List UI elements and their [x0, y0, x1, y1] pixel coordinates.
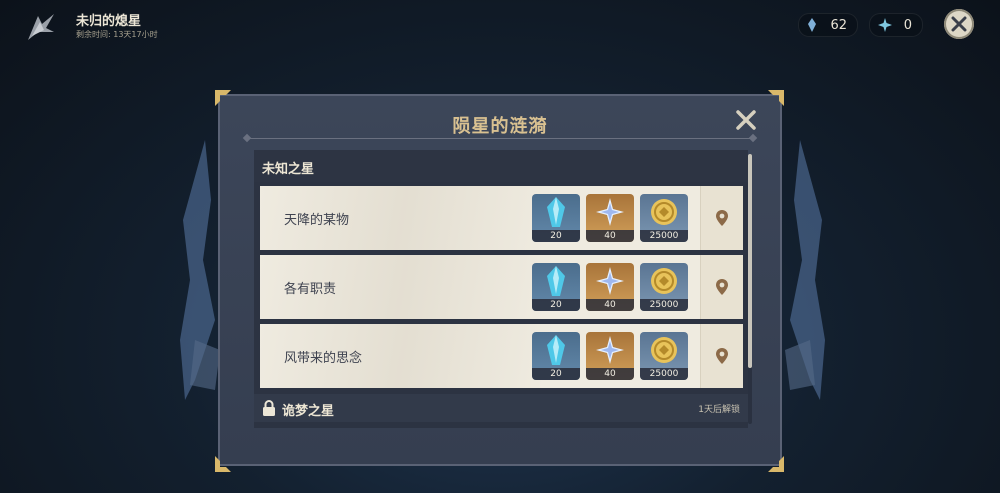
reward-item[interactable]: 40: [586, 332, 634, 380]
scrollbar-thumb[interactable]: [748, 154, 752, 368]
primogem-icon: [596, 198, 624, 226]
lock-icon: [263, 400, 275, 416]
feather-token-icon: [808, 18, 816, 32]
close-icon: [951, 16, 967, 32]
event-title: 未归的熄星: [76, 14, 142, 29]
reward-item[interactable]: 20: [532, 332, 580, 380]
quest-name: 风带来的思念: [284, 351, 363, 366]
event-time-remaining: 剩余时间: 13天17小时: [76, 30, 158, 39]
currency-star-shard: 0: [869, 13, 923, 37]
quest-list[interactable]: 未知之星 天降的某物 20 40 25000 各有职责 20 40 25000 …: [254, 150, 748, 428]
quest-row[interactable]: 风带来的思念 20 40 25000: [260, 324, 743, 388]
mora-coin-icon: [651, 199, 677, 225]
corner-ornament-icon: [215, 456, 231, 472]
reward-count: 25000: [640, 299, 688, 311]
navigate-button[interactable]: [700, 186, 743, 250]
currency-value: 0: [903, 17, 912, 33]
reward-item[interactable]: 40: [586, 194, 634, 242]
mora-coin-icon: [651, 337, 677, 363]
section-header: 未知之星: [254, 150, 748, 182]
quest-row[interactable]: 各有职责 20 40 25000: [260, 255, 743, 319]
section-title: 诡梦之星: [282, 404, 335, 419]
location-pin-icon: [716, 279, 728, 295]
section-title: 未知之星: [262, 162, 315, 177]
corner-ornament-icon: [215, 90, 231, 106]
star-shard-icon: [878, 18, 892, 32]
crystal-icon: [547, 197, 565, 227]
title-divider: [244, 138, 756, 139]
close-event-button[interactable]: [944, 9, 974, 39]
unlock-note: 1天后解锁: [698, 405, 740, 415]
reward-item[interactable]: 25000: [640, 263, 688, 311]
crystal-icon: [547, 335, 565, 365]
quest-name: 各有职责: [284, 282, 337, 297]
reward-count: 40: [586, 230, 634, 242]
navigate-button[interactable]: [700, 255, 743, 319]
reward-item[interactable]: 40: [586, 263, 634, 311]
reward-item[interactable]: 25000: [640, 332, 688, 380]
reward-count: 25000: [640, 368, 688, 380]
reward-item[interactable]: 25000: [640, 194, 688, 242]
quest-name: 天降的某物: [284, 213, 350, 228]
reward-count: 40: [586, 299, 634, 311]
currency-feather: 62: [798, 13, 858, 37]
modal-close-icon[interactable]: [734, 108, 758, 132]
primogem-icon: [596, 267, 624, 295]
reward-item[interactable]: 20: [532, 263, 580, 311]
locked-section-header[interactable]: 诡梦之星 1天后解锁: [254, 394, 748, 422]
event-emblem-icon: [28, 14, 54, 40]
reward-count: 25000: [640, 230, 688, 242]
scrollbar[interactable]: [748, 154, 752, 424]
quest-row[interactable]: 天降的某物 20 40 25000: [260, 186, 743, 250]
corner-ornament-icon: [768, 90, 784, 106]
location-pin-icon: [716, 348, 728, 364]
reward-count: 20: [532, 368, 580, 380]
reward-count: 20: [532, 230, 580, 242]
reward-item[interactable]: 20: [532, 194, 580, 242]
reward-count: 40: [586, 368, 634, 380]
modal-title: 陨星的涟漪: [452, 116, 548, 137]
mora-coin-icon: [651, 268, 677, 294]
navigate-button[interactable]: [700, 324, 743, 388]
ripples-modal: 陨星的涟漪 未知之星 天降的某物 20 40 25000 各有职责 20 40 …: [218, 94, 782, 466]
location-pin-icon: [716, 210, 728, 226]
crystal-icon: [547, 266, 565, 296]
reward-count: 20: [532, 299, 580, 311]
primogem-icon: [596, 336, 624, 364]
corner-ornament-icon: [768, 456, 784, 472]
currency-value: 62: [830, 17, 847, 33]
